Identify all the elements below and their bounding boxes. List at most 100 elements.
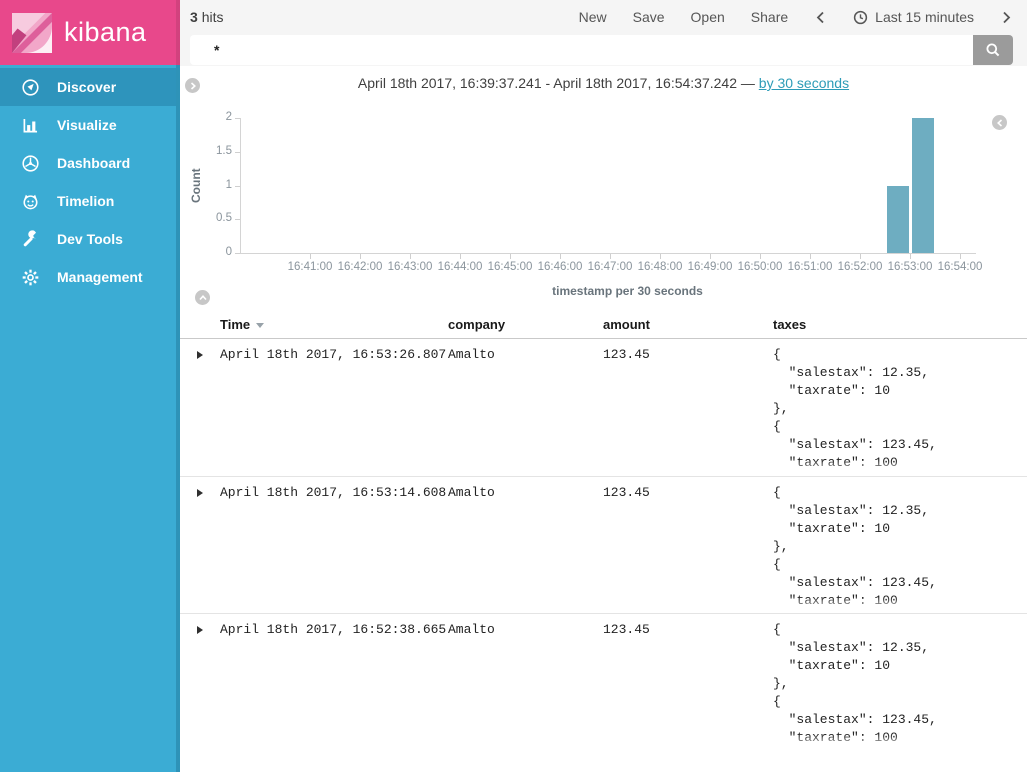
time-cell: April 18th 2017, 16:52:38.665 xyxy=(220,621,448,750)
sidebar-item-timelion[interactable]: Timelion xyxy=(0,182,180,220)
histogram-plot xyxy=(240,118,976,254)
y-tick-label: 1 xyxy=(198,179,232,191)
column-header-amount: amount xyxy=(603,317,773,332)
kibana-logo-icon xyxy=(12,13,52,53)
sidebar-item-dashboard[interactable]: Dashboard xyxy=(0,144,180,182)
chevron-left-icon xyxy=(816,11,825,24)
chevron-right-icon xyxy=(1002,11,1011,24)
table-row: April 18th 2017, 16:52:38.665Amalto123.4… xyxy=(180,613,1027,750)
taxes-cell: { "salestax": 12.35, "taxrate": 10 }, { … xyxy=(773,484,1027,613)
top-actions: New Save Open Share Last 15 minutes xyxy=(579,9,1013,25)
sidebar-item-visualize[interactable]: Visualize xyxy=(0,106,180,144)
y-tick-label: 0.5 xyxy=(198,212,232,224)
brand-wordmark: kibana xyxy=(64,17,147,48)
x-tick-mark xyxy=(910,254,911,259)
x-tick-mark xyxy=(460,254,461,259)
column-header-company: company xyxy=(448,317,603,332)
sidebar-item-label: Visualize xyxy=(57,117,117,133)
expand-cell xyxy=(192,621,220,750)
dev-tools-wrench-icon xyxy=(20,229,40,249)
x-tick-mark xyxy=(810,254,811,259)
table-row: April 18th 2017, 16:53:14.608Amalto123.4… xyxy=(180,476,1027,613)
sidebar-item-management[interactable]: Management xyxy=(0,258,180,296)
amount-cell: 123.45 xyxy=(603,484,773,613)
search-icon xyxy=(985,42,1001,58)
chart-title: April 18th 2017, 16:39:37.241 - April 18… xyxy=(180,75,1027,91)
x-tick-mark xyxy=(560,254,561,259)
side-nav: Discover Visualize Dashboard Timelion Dev To… xyxy=(0,65,180,772)
taxes-cell: { "salestax": 12.35, "taxrate": 10 }, { … xyxy=(773,346,1027,476)
open-button[interactable]: Open xyxy=(691,9,725,25)
chart-time-range: April 18th 2017, 16:39:37.241 - April 18… xyxy=(358,75,759,91)
search-bar xyxy=(190,35,1013,65)
search-button[interactable] xyxy=(973,35,1013,65)
company-cell: Amalto xyxy=(448,346,603,476)
timepicker-button[interactable]: Last 15 minutes xyxy=(853,9,974,25)
sidebar: kibana Discover Visualize Dashboard Timelio… xyxy=(0,0,180,772)
column-header-time[interactable]: Time xyxy=(220,317,448,332)
hits-number: 3 xyxy=(190,9,198,25)
kibana-logo[interactable]: kibana xyxy=(0,0,180,65)
time-cell: April 18th 2017, 16:53:14.608 xyxy=(220,484,448,613)
y-tick-label: 0 xyxy=(198,246,232,258)
timepicker-next-button[interactable] xyxy=(1000,11,1013,24)
hits-count: 3 hits xyxy=(190,9,223,25)
time-cell: April 18th 2017, 16:53:26.807 xyxy=(220,346,448,476)
expand-row-icon[interactable] xyxy=(197,626,203,634)
y-tick-mark xyxy=(235,118,240,119)
x-tick-mark xyxy=(710,254,711,259)
discover-main: April 18th 2017, 16:39:37.241 - April 18… xyxy=(180,66,1027,772)
sort-descending-icon xyxy=(256,323,264,328)
expand-row-icon[interactable] xyxy=(197,351,203,359)
documents-table: Time company amount taxes April 18th 201… xyxy=(180,310,1027,750)
taxes-cell: { "salestax": 12.35, "taxrate": 10 }, { … xyxy=(773,621,1027,750)
x-tick-mark xyxy=(860,254,861,259)
x-tick-mark xyxy=(410,254,411,259)
search-input[interactable] xyxy=(190,35,973,65)
chevron-up-icon xyxy=(199,294,207,302)
sidebar-item-label: Dashboard xyxy=(57,155,130,171)
new-button[interactable]: New xyxy=(579,9,607,25)
sidebar-item-label: Discover xyxy=(57,79,116,95)
interval-link[interactable]: by 30 seconds xyxy=(759,75,849,91)
visualize-chart-icon xyxy=(20,115,40,135)
histogram-bar[interactable] xyxy=(887,186,909,254)
sidebar-item-label: Dev Tools xyxy=(57,231,123,247)
company-cell: Amalto xyxy=(448,484,603,613)
histogram-bar[interactable] xyxy=(912,118,934,253)
x-tick-mark xyxy=(660,254,661,259)
timepicker-label: Last 15 minutes xyxy=(875,9,974,25)
x-tick-mark xyxy=(610,254,611,259)
expand-row-icon[interactable] xyxy=(197,489,203,497)
share-button[interactable]: Share xyxy=(751,9,788,25)
sidebar-item-dev-tools[interactable]: Dev Tools xyxy=(0,220,180,258)
collapse-left-button[interactable] xyxy=(992,115,1007,130)
y-tick-label: 2 xyxy=(198,111,232,123)
y-tick-mark xyxy=(235,253,240,254)
management-gear-icon xyxy=(20,267,40,287)
x-axis-title: timestamp per 30 seconds xyxy=(240,284,1015,298)
save-button[interactable]: Save xyxy=(633,9,665,25)
collapse-chart-button[interactable] xyxy=(195,290,210,305)
column-header-taxes: taxes xyxy=(773,317,1027,332)
x-tick-mark xyxy=(960,254,961,259)
timelion-icon xyxy=(20,191,40,211)
timepicker-previous-button[interactable] xyxy=(814,11,827,24)
clock-icon xyxy=(853,10,868,25)
y-tick-mark xyxy=(235,186,240,187)
y-tick-mark xyxy=(235,219,240,220)
x-tick-mark xyxy=(760,254,761,259)
time-header-label: Time xyxy=(220,317,250,332)
sidebar-item-label: Management xyxy=(57,269,143,285)
x-tick-mark xyxy=(510,254,511,259)
hits-row: 3 hits New Save Open Share Last 15 minutes xyxy=(190,6,1013,28)
hits-label: hits xyxy=(202,9,224,25)
topbar: 3 hits New Save Open Share Last 15 minutes xyxy=(180,0,1027,66)
y-tick-mark xyxy=(235,152,240,153)
amount-cell: 123.45 xyxy=(603,346,773,476)
sidebar-item-discover[interactable]: Discover xyxy=(0,68,180,106)
x-tick-mark xyxy=(360,254,361,259)
dashboard-icon xyxy=(20,153,40,173)
table-header-row: Time company amount taxes xyxy=(180,310,1027,339)
sidebar-item-label: Timelion xyxy=(57,193,114,209)
